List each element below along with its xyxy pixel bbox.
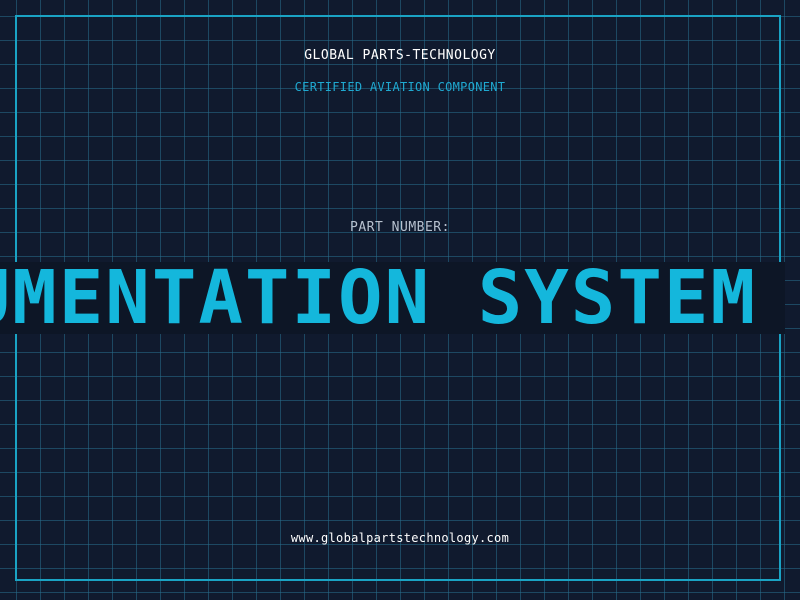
part-number-label: PART NUMBER: xyxy=(350,220,450,235)
website-url[interactable]: www.globalpartstechnology.com xyxy=(0,531,800,545)
company-name: GLOBAL PARTS-TECHNOLOGY xyxy=(304,48,496,63)
part-number-value: INSTRUMENTATION SYSTEM xyxy=(0,262,757,334)
certification-subtitle: CERTIFIED AVIATION COMPONENT xyxy=(294,80,506,94)
part-number-banner: INSTRUMENTATION SYSTEM xyxy=(0,262,785,334)
